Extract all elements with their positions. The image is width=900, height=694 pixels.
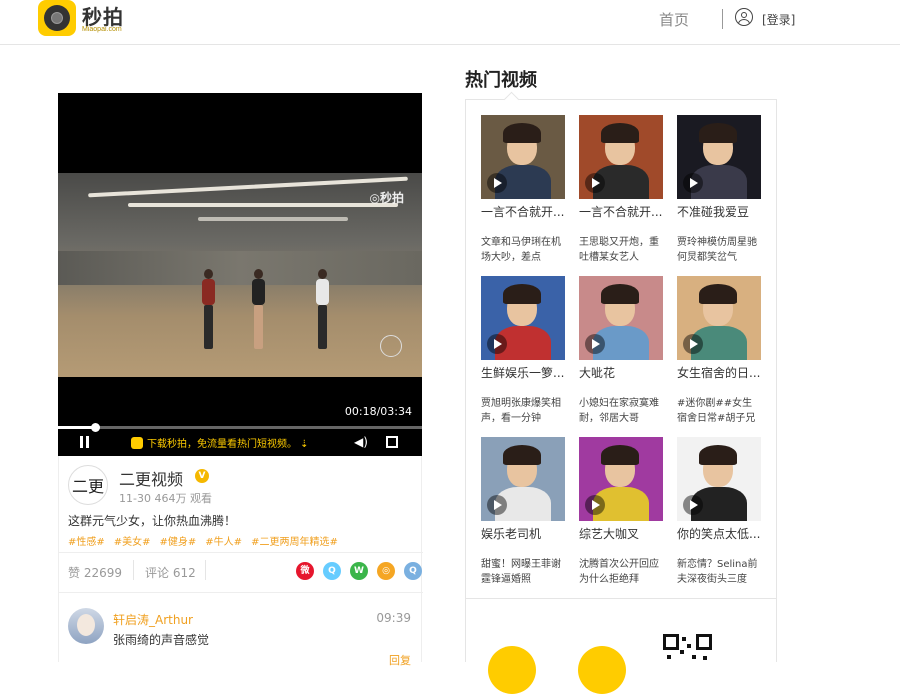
qq-icon[interactable]: Q (404, 562, 422, 580)
video-title[interactable]: 一言不合就开... (481, 203, 569, 220)
video-thumbnail[interactable] (579, 437, 663, 521)
mini-play-icon (380, 335, 402, 357)
tag-link[interactable]: #牛人# (205, 537, 242, 548)
ceiling-light (198, 217, 348, 221)
play-icon[interactable] (585, 495, 605, 515)
like-count[interactable]: 赞 22699 (68, 564, 122, 581)
divider (59, 592, 423, 593)
reply-link[interactable]: 回复 (389, 652, 411, 668)
divider (205, 560, 206, 580)
hot-videos-title: 热门视频 (465, 70, 537, 91)
download-promo[interactable]: 下载秒拍，免流量看热门短视频。 ⇣ (131, 435, 309, 450)
download-promo-text: 下载秒拍，免流量看热门短视频。 ⇣ (147, 439, 309, 450)
tag-link[interactable]: #二更两周年精选# (251, 537, 338, 548)
nav-divider (722, 9, 723, 29)
play-icon[interactable] (585, 173, 605, 193)
video-thumbnail[interactable] (579, 276, 663, 360)
play-icon[interactable] (683, 173, 703, 193)
video-thumbnail[interactable] (579, 115, 663, 199)
video-thumbnail[interactable] (481, 115, 565, 199)
progress-handle[interactable] (91, 423, 101, 432)
video-title[interactable]: 娱乐老司机 (481, 525, 569, 542)
progress-bar[interactable] (58, 423, 422, 432)
video-summary: #迷你剧##女生宿舍日常#胡子兄 (677, 398, 756, 424)
moments-icon[interactable]: ◎ (377, 562, 395, 580)
tag-link[interactable]: #健身# (160, 537, 197, 548)
video-summary: 小媳妇在家寂寞难耐，邻居大哥 (579, 398, 659, 424)
video-meta: 11-30 464万 观看 (119, 492, 212, 505)
divider (466, 598, 776, 599)
tag-link[interactable]: #性感# (68, 537, 105, 548)
video-summary: 沈腾首次公开回应为什么拒绝拜 (579, 559, 659, 585)
ceiling-light (88, 176, 408, 198)
comment-time: 09:39 (376, 611, 411, 625)
play-icon[interactable] (585, 334, 605, 354)
divider (133, 560, 134, 580)
camera-lens-icon (38, 0, 76, 36)
commenter-avatar[interactable] (68, 608, 104, 644)
play-icon[interactable] (683, 334, 703, 354)
video-title[interactable]: 一言不合就开... (579, 203, 667, 220)
commenter-name[interactable]: 轩启涛_Arthur (113, 611, 193, 628)
video-thumbnail[interactable] (481, 437, 565, 521)
logo-domain: Miaopai.com (82, 26, 122, 33)
video-title[interactable]: 综艺大咖叉 (579, 525, 667, 542)
dancer (314, 269, 330, 349)
studio-wall (58, 251, 422, 285)
play-icon[interactable] (683, 495, 703, 515)
video-thumbnail[interactable] (677, 437, 761, 521)
top-header: 秒拍 Miaopai.com 首页 [登录] (0, 0, 900, 45)
video-summary: 文章和马伊琍在机场大吵，差点 (481, 237, 561, 263)
nav-home-link[interactable]: 首页 (659, 9, 689, 30)
weibo-icon[interactable]: 微 (296, 562, 314, 580)
tag-link[interactable]: #美女# (114, 537, 151, 548)
user-icon[interactable] (735, 8, 753, 26)
login-link[interactable]: [登录] (762, 11, 795, 28)
video-title[interactable]: 你的笑点太低... (677, 525, 765, 542)
volume-icon[interactable]: ◀) (354, 435, 368, 449)
video-summary: 王思聪又开炮，重吐槽某女艺人 (579, 237, 659, 263)
video-title[interactable]: 不准碰我爱豆 (677, 203, 765, 220)
qzone-icon[interactable]: Q (323, 562, 341, 580)
author-name[interactable]: 二更视频 (119, 466, 183, 490)
video-summary: 甜蜜！网曝王菲谢霆锋逼婚照 (481, 559, 561, 585)
video-player[interactable]: ◎秒拍 00:18/03:34 下载秒拍，免流量看热门短视频。 ⇣ ◀) (58, 93, 422, 456)
video-thumbnail[interactable] (677, 276, 761, 360)
video-summary: 贾玲神模仿周星驰 何炅都笑岔气 (677, 237, 757, 263)
tag-list: #性感# #美女# #健身# #牛人# #二更两周年精选# (68, 533, 347, 548)
play-icon[interactable] (487, 334, 507, 354)
video-time: 00:18/03:34 (344, 405, 412, 418)
comment-count[interactable]: 评论 612 (145, 564, 196, 581)
video-title[interactable]: 女生宿舍的日... (677, 364, 765, 381)
video-summary: 贾旭明张康爆笑相声，看一分钟 (481, 398, 561, 424)
ceiling-light (128, 203, 398, 207)
video-frame[interactable]: ◎秒拍 (58, 173, 422, 377)
verified-icon: V (195, 469, 209, 483)
progress-fill (58, 426, 96, 429)
dancer (200, 269, 216, 349)
comment-text: 张雨绮的声音感觉 (113, 633, 210, 647)
video-thumbnail[interactable] (481, 276, 565, 360)
pause-icon[interactable] (80, 436, 90, 448)
video-thumbnail[interactable] (677, 115, 761, 199)
play-icon[interactable] (487, 495, 507, 515)
app-download-icon[interactable] (488, 646, 536, 694)
site-logo[interactable]: 秒拍 Miaopai.com (38, 0, 138, 40)
play-icon[interactable] (487, 173, 507, 193)
miaopai-icon (131, 437, 143, 449)
divider (59, 552, 423, 553)
video-info-card: 二更 二更视频 V 11-30 464万 观看 这群元气少女，让你热血沸腾！ #… (58, 456, 423, 667)
qr-code-icon (663, 634, 713, 662)
fullscreen-icon[interactable] (386, 436, 398, 448)
video-description: 这群元气少女，让你热血沸腾！ (68, 514, 237, 528)
author-avatar[interactable]: 二更 (68, 465, 108, 505)
wechat-icon[interactable]: W (350, 562, 368, 580)
hot-videos-panel: 一言不合就开... 文章和马伊琍在机场大吵，差点 一言不合就开... 王思聪又开炮，重… (465, 91, 777, 662)
dancer (250, 269, 266, 349)
video-watermark: ◎秒拍 (369, 191, 404, 205)
video-title[interactable]: 生鲜娱乐一箩... (481, 364, 569, 381)
video-summary: 新恋情？Selina前夫深夜街头三度 (677, 559, 758, 585)
app-download-icon[interactable] (578, 646, 626, 694)
video-title[interactable]: 大呲花 (579, 364, 667, 381)
